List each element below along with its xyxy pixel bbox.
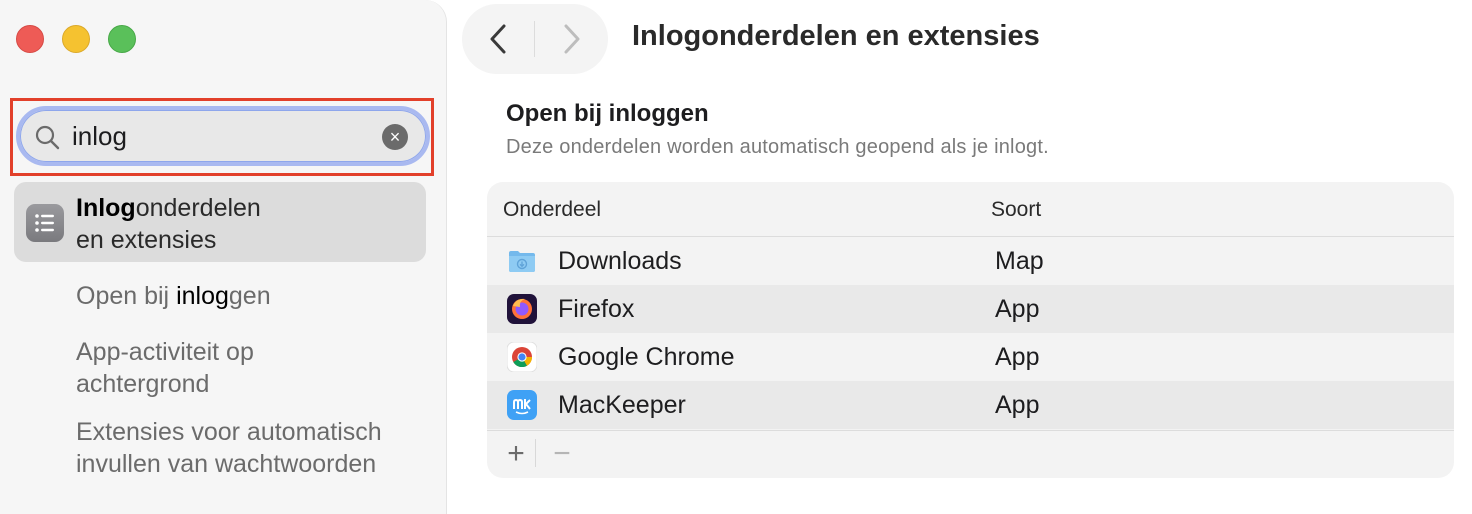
mackeeper-icon bbox=[507, 390, 537, 420]
row-name: Downloads bbox=[558, 247, 682, 275]
add-item-button[interactable]: + bbox=[499, 437, 533, 471]
sub-result-line2: achtergrond bbox=[76, 370, 210, 398]
clear-search-icon[interactable]: × bbox=[382, 124, 408, 150]
result-line2-text: en extensies bbox=[76, 226, 217, 254]
minimize-window-button[interactable] bbox=[62, 25, 90, 53]
table-header: Onderdeel Soort bbox=[487, 182, 1454, 237]
search-result-background-activity[interactable]: App-activiteit op achtergrond bbox=[76, 336, 436, 400]
result-rest-text: onderdelen bbox=[135, 194, 261, 222]
table-row[interactable]: Firefox App bbox=[487, 285, 1454, 333]
nav-divider bbox=[534, 21, 535, 57]
row-name: Google Chrome bbox=[558, 343, 735, 371]
search-result-login-items[interactable]: Inlogonderdelen en extensies bbox=[14, 182, 426, 262]
chevron-left-icon bbox=[490, 24, 506, 54]
page-title: Inlogonderdelen en extensies bbox=[632, 20, 1040, 52]
table-row[interactable]: Google Chrome App bbox=[487, 333, 1454, 381]
section-title: Open bij inloggen bbox=[506, 100, 709, 127]
table-row[interactable]: MacKeeper App bbox=[487, 381, 1454, 429]
row-name: MacKeeper bbox=[558, 391, 686, 419]
chevron-right-icon bbox=[564, 24, 580, 54]
close-window-button[interactable] bbox=[16, 25, 44, 53]
forward-button[interactable] bbox=[536, 4, 608, 74]
sub-result-line1: Extensies voor automatisch bbox=[76, 418, 382, 446]
remove-item-button[interactable]: − bbox=[545, 437, 579, 471]
search-result-open-at-login[interactable]: Open bij inloggen bbox=[76, 280, 436, 312]
search-result-autofill-extensions[interactable]: Extensies voor automatisch invullen van … bbox=[76, 416, 436, 480]
sub-result-before: Open bij bbox=[76, 282, 177, 310]
sidebar: × Inlogonderdelen en extensies Open bij … bbox=[0, 0, 447, 514]
table-row[interactable]: Downloads Map bbox=[487, 237, 1454, 285]
sub-result-after: gen bbox=[228, 282, 271, 310]
row-kind: App bbox=[995, 343, 1040, 371]
login-items-table: Onderdeel Soort Downloads Map Firefox Ap… bbox=[487, 182, 1454, 478]
navigation-buttons bbox=[462, 4, 608, 74]
sub-result-match: inlog bbox=[176, 282, 229, 310]
folder-downloads-icon bbox=[509, 251, 535, 272]
row-kind: App bbox=[995, 295, 1040, 323]
footer-divider bbox=[535, 439, 536, 467]
chrome-icon bbox=[507, 342, 537, 372]
result-match-text: Inlog bbox=[76, 194, 136, 222]
row-name: Firefox bbox=[558, 295, 635, 323]
table-footer: + − bbox=[487, 430, 1454, 478]
back-button[interactable] bbox=[462, 4, 534, 74]
list-icon bbox=[26, 204, 64, 242]
zoom-window-button[interactable] bbox=[108, 25, 136, 53]
column-header-item[interactable]: Onderdeel bbox=[503, 198, 601, 222]
search-field[interactable]: × bbox=[16, 106, 430, 166]
search-input[interactable] bbox=[72, 121, 372, 152]
search-icon bbox=[35, 125, 60, 150]
search-result-title: Inlogonderdelen en extensies bbox=[76, 192, 406, 256]
column-header-kind[interactable]: Soort bbox=[991, 198, 1041, 222]
section-subtitle: Deze onderdelen worden automatisch geope… bbox=[506, 136, 1049, 158]
firefox-icon bbox=[507, 294, 537, 324]
sub-result-line1: App-activiteit op bbox=[76, 338, 254, 366]
sub-result-line2: invullen van wachtwoorden bbox=[76, 450, 377, 478]
row-kind: App bbox=[995, 391, 1040, 419]
row-kind: Map bbox=[995, 247, 1044, 275]
